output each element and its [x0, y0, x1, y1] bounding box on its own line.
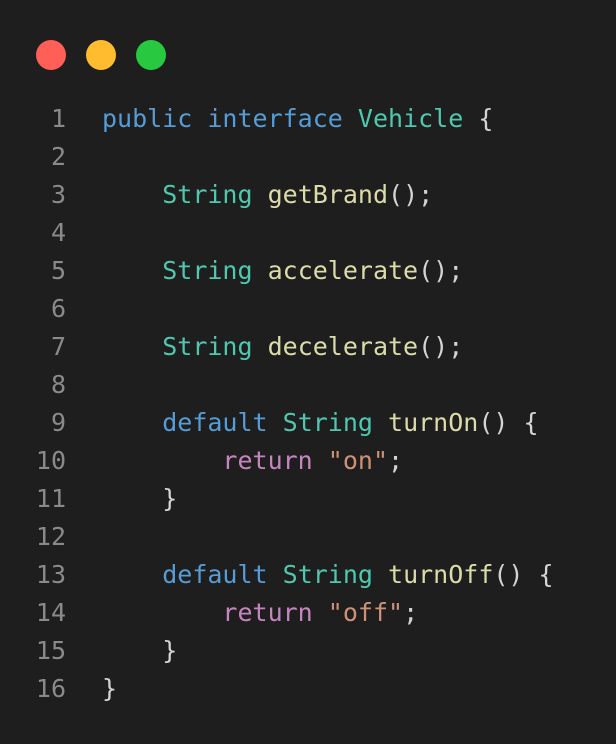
line-number: 3	[50, 180, 66, 209]
code-token: return	[222, 598, 313, 627]
line-number: 1	[50, 104, 66, 133]
line-number: 12	[35, 522, 66, 551]
code-token: public	[102, 104, 193, 133]
code-line: 15 }	[0, 632, 616, 670]
code-line: 3 String getBrand();	[0, 176, 616, 214]
line-number: 5	[50, 256, 66, 285]
code-token: () {	[493, 560, 554, 589]
code-line: 8	[0, 366, 616, 404]
line-number: 13	[35, 560, 66, 589]
code-token: () {	[478, 408, 539, 437]
line-number: 11	[35, 484, 66, 513]
minimize-button[interactable]	[86, 40, 116, 70]
line-number: 9	[50, 408, 66, 437]
code-line: 5 String accelerate();	[0, 252, 616, 290]
line-number: 8	[50, 370, 66, 399]
line-number: 15	[35, 636, 66, 665]
line-text: String decelerate();	[102, 328, 463, 366]
line-text: String accelerate();	[102, 252, 463, 290]
code-token: interface	[207, 104, 343, 133]
code-token: "on"	[327, 446, 389, 475]
code-token: ();	[418, 256, 464, 285]
line-number: 6	[50, 294, 66, 323]
code-line: 13 default String turnOff() {	[0, 556, 616, 594]
code-token: accelerate	[267, 256, 419, 285]
code-line: 10 return "on";	[0, 442, 616, 480]
code-line: 14 return "off";	[0, 594, 616, 632]
line-text: String getBrand();	[102, 176, 433, 214]
code-line: 12	[0, 518, 616, 556]
code-token: ;	[403, 598, 419, 627]
code-line: 9 default String turnOn() {	[0, 404, 616, 442]
code-line: 2	[0, 138, 616, 176]
line-text: return "off";	[102, 594, 418, 632]
code-line: 7 String decelerate();	[0, 328, 616, 366]
code-line: 4	[0, 214, 616, 252]
code-editor[interactable]: 1 public interface Vehicle {2 3 String get…	[0, 100, 616, 708]
line-number: 10	[35, 446, 66, 475]
code-token: ();	[418, 332, 464, 361]
line-text: }	[102, 632, 177, 670]
code-line: 11 }	[0, 480, 616, 518]
code-token: String	[162, 256, 253, 285]
code-token: String	[282, 408, 373, 437]
code-token: ;	[388, 446, 404, 475]
code-line: 1 public interface Vehicle {	[0, 100, 616, 138]
code-token: String	[162, 332, 253, 361]
close-button[interactable]	[36, 40, 66, 70]
code-token: decelerate	[267, 332, 419, 361]
code-token: }	[102, 484, 178, 513]
code-line: 6	[0, 290, 616, 328]
line-text: public interface Vehicle {	[102, 100, 493, 138]
code-window: 1 public interface Vehicle {2 3 String get…	[0, 0, 616, 744]
line-number: 7	[50, 332, 66, 361]
code-token: turnOn	[388, 408, 479, 437]
code-token: }	[102, 636, 178, 665]
line-text: default String turnOff() {	[102, 556, 554, 594]
code-token: return	[222, 446, 313, 475]
line-number: 2	[50, 142, 66, 171]
code-token: default	[162, 560, 268, 589]
maximize-button[interactable]	[136, 40, 166, 70]
line-text: return "on";	[102, 442, 403, 480]
code-line: 16}	[0, 670, 616, 708]
code-token: turnOff	[388, 560, 494, 589]
code-token: default	[162, 408, 268, 437]
code-token: ();	[388, 180, 434, 209]
line-text: default String turnOn() {	[102, 404, 539, 442]
code-token: Vehicle	[357, 104, 464, 133]
line-number: 4	[50, 218, 66, 247]
code-token: }	[102, 674, 118, 703]
window-controls	[36, 40, 166, 70]
line-text: }	[102, 670, 117, 708]
code-token: String	[162, 180, 253, 209]
line-text: }	[102, 480, 177, 518]
line-number: 14	[35, 598, 66, 627]
code-token: "off"	[327, 598, 404, 627]
line-number: 16	[35, 674, 66, 703]
code-token: String	[282, 560, 373, 589]
code-token: getBrand	[267, 180, 389, 209]
code-token: {	[463, 104, 494, 133]
